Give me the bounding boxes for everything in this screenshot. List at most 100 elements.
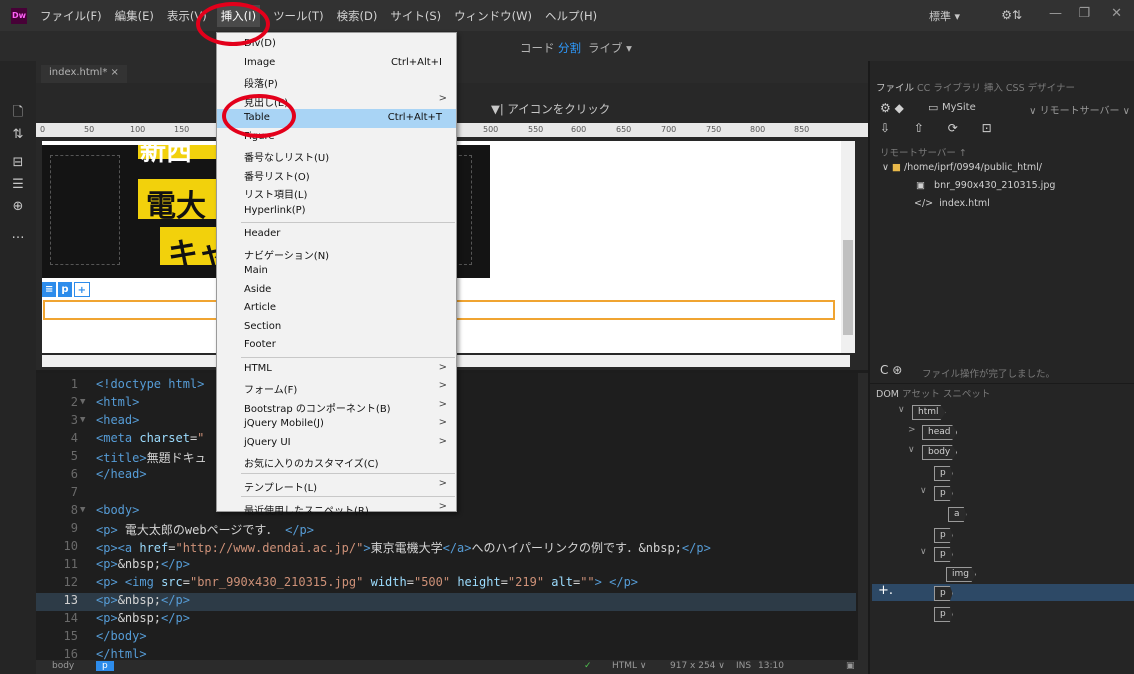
menu-item-label: jQuery UI	[244, 436, 291, 448]
insert-menu-item[interactable]: フォーム(F) >	[217, 378, 456, 397]
insert-menu-item[interactable]: 番号リスト(O)	[217, 165, 456, 184]
element-tag-p[interactable]: p	[58, 282, 72, 297]
site-select[interactable]: MySite	[942, 102, 976, 113]
dom-node-html[interactable]: ∨ html	[898, 404, 946, 420]
status-tag-body[interactable]: body	[52, 661, 74, 671]
language-select[interactable]: HTML ∨	[612, 661, 647, 671]
minimize-icon[interactable]: —	[1049, 6, 1062, 21]
close-icon[interactable]: ✕	[1111, 6, 1122, 21]
dom-node-img[interactable]: img	[946, 566, 976, 582]
menu-item-label: ナビゲーション(N)	[244, 250, 330, 262]
menu-file[interactable]: ファイル(F)	[40, 8, 102, 24]
sort-icon[interactable]: ⇅	[9, 127, 27, 142]
insert-menu-item[interactable]: お気に入りのカスタマイズ(C)	[217, 452, 456, 471]
insert-menu-item[interactable]: ナビゲーション(N)	[217, 244, 456, 263]
code-line[interactable]: 12 <p> <img src="bnr_990x430_210315.jpg" …	[36, 575, 856, 593]
preview-icon[interactable]: ▣	[846, 661, 855, 671]
dom-node-p-selected[interactable]: p	[934, 585, 953, 601]
add-class-button[interactable]: +	[73, 282, 90, 297]
dom-node-head[interactable]: > head	[908, 424, 958, 440]
insert-menu-item[interactable]: Hyperlink(P)	[217, 202, 456, 221]
restore-icon[interactable]: ❐	[1078, 6, 1090, 21]
dom-node-p[interactable]: p	[934, 465, 953, 481]
insert-menu-item[interactable]: Image Ctrl+Alt+I	[217, 54, 456, 73]
code-line[interactable]: 13 <p>&nbsp;</p>	[36, 593, 856, 611]
menu-find[interactable]: 検索(D)	[337, 8, 378, 24]
dom-node-body[interactable]: ∨ body	[908, 444, 958, 460]
line-number: 3	[70, 413, 78, 427]
code-scrollbar[interactable]	[858, 373, 868, 660]
fold-arrow-icon[interactable]: ▼	[80, 415, 85, 425]
code-line[interactable]: 10 <p><a href="http://www.dendai.ac.jp/">…	[36, 539, 856, 557]
tab-cc-libraries[interactable]: CC ライブラリ	[917, 83, 981, 94]
refresh-icon[interactable]: C ⊛	[880, 363, 902, 377]
file-image[interactable]: ▣ bnr_990x430_210315.jpg	[916, 180, 1055, 191]
menu-window[interactable]: ウィンドウ(W)	[454, 8, 532, 24]
insert-menu-item[interactable]: Header	[217, 225, 456, 244]
file-html[interactable]: </> index.html	[914, 198, 990, 209]
more-icon[interactable]: …	[9, 227, 27, 242]
insert-menu-item[interactable]: 最近使用したスニペット(R) >	[217, 499, 456, 518]
view-switcher-bar: コード 分割 ライブ ▾	[0, 31, 1134, 61]
tab-files[interactable]: ファイル	[876, 83, 914, 94]
target-icon[interactable]: ⊕	[9, 199, 27, 214]
code-view-button[interactable]: コード	[520, 40, 555, 56]
insert-menu-item[interactable]: リスト項目(L)	[217, 183, 456, 202]
tab-dom[interactable]: DOM	[876, 389, 899, 400]
split-view-button[interactable]: 分割	[558, 40, 581, 56]
tab-snippets[interactable]: スニペット	[943, 389, 991, 400]
file-actions[interactable]: ⇩ ⇧ ⟳ ⊡	[880, 121, 1002, 135]
insert-menu-item[interactable]: Footer	[217, 336, 456, 355]
site-bar: ⚙ ◆ ▭ MySite ∨ リモートサーバー ∨	[876, 99, 1134, 117]
code-line[interactable]: 14 <p>&nbsp;</p>	[36, 611, 856, 629]
submenu-arrow-icon: >	[438, 380, 447, 391]
tab-assets[interactable]: アセット	[902, 389, 940, 400]
insert-menu-item[interactable]: Bootstrap のコンポーネント(B) >	[217, 397, 456, 416]
menu-item-shortcut: Ctrl+Alt+I	[390, 56, 442, 68]
remote-server-select[interactable]: ∨ リモートサーバー ∨	[1029, 102, 1130, 117]
code-line[interactable]: 9 <p> 電大太郎のwebページです． </p>	[36, 521, 856, 539]
dom-node-a[interactable]: a	[948, 506, 967, 522]
design-scroll-thumb[interactable]	[843, 240, 853, 335]
fold-arrow-icon[interactable]: ▼	[80, 397, 85, 407]
line-number: 7	[70, 485, 78, 499]
menu-help[interactable]: ヘルプ(H)	[545, 8, 597, 24]
code-line[interactable]: 15 </body>	[36, 629, 856, 647]
dom-node-p[interactable]: p	[934, 527, 953, 543]
menu-site[interactable]: サイト(S)	[390, 8, 441, 24]
align-icon[interactable]: ☰	[9, 177, 27, 192]
file-icon[interactable]: 🗋	[9, 103, 27, 125]
window-size-select[interactable]: 917 x 254 ∨	[670, 661, 725, 671]
check-icon: ✓	[584, 661, 592, 671]
gear-sync-icon[interactable]: ⚙⇅	[1001, 8, 1022, 22]
live-view-button[interactable]: ライブ ▾	[588, 40, 632, 56]
element-menu-button[interactable]: ≡	[42, 282, 57, 297]
insert-menu-item[interactable]: Article	[217, 299, 456, 318]
dom-node-p[interactable]: p	[934, 606, 953, 622]
insert-menu-item[interactable]: テンプレート(L) >	[217, 476, 456, 495]
menu-tools[interactable]: ツール(T)	[273, 8, 324, 24]
status-tag-p[interactable]: p	[96, 661, 114, 671]
tab-css-designer[interactable]: CSS デザイナー	[1006, 83, 1075, 94]
insert-menu-item[interactable]: jQuery UI >	[217, 434, 456, 453]
insert-menu-item[interactable]: 番号なしリスト(U)	[217, 146, 456, 165]
insert-menu-item[interactable]: 段落(P)	[217, 72, 456, 91]
site-icon[interactable]: ⚙ ◆	[880, 101, 904, 115]
dom-node-p[interactable]: ∨ p	[920, 546, 953, 562]
fold-arrow-icon[interactable]: ▼	[80, 505, 85, 515]
tab-insert[interactable]: 挿入	[984, 83, 1003, 94]
root-folder[interactable]: ∨ ■ /home/iprf/0994/public_html/	[882, 162, 1042, 173]
add-element-icon[interactable]: +.	[878, 583, 893, 598]
tab-index-html[interactable]: index.html* ×	[41, 65, 127, 83]
insert-menu-item[interactable]: HTML >	[217, 360, 456, 379]
format-icon[interactable]: ⊟	[9, 155, 27, 170]
insert-menu-item[interactable]: jQuery Mobile(J) >	[217, 415, 456, 434]
menu-edit[interactable]: 編集(E)	[115, 8, 154, 24]
menu-item-label: 番号リスト(O)	[244, 171, 310, 183]
code-line[interactable]: 11 <p>&nbsp;</p>	[36, 557, 856, 575]
dom-node-p[interactable]: ∨ p	[920, 485, 953, 501]
workspace-switcher[interactable]: 標準 ▾	[929, 8, 960, 24]
insert-menu-item[interactable]: Aside	[217, 281, 456, 300]
insert-menu-item[interactable]: Section	[217, 318, 456, 337]
insert-menu-item[interactable]: Main	[217, 262, 456, 281]
